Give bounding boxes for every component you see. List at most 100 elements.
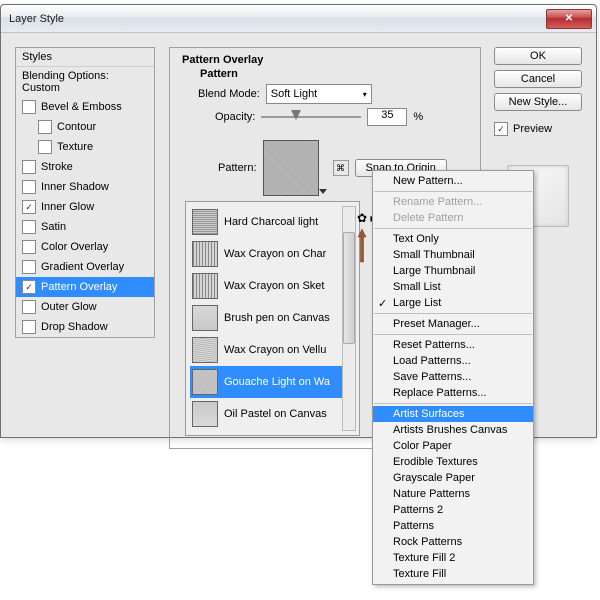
pattern-thumb [192,209,218,235]
menu-item[interactable]: Grayscale Paper [373,470,533,486]
style-item[interactable]: Texture [16,137,154,157]
blend-mode-select[interactable]: Soft Light ▾ [266,84,372,104]
pattern-item-label: Wax Crayon on Char [224,248,326,260]
blending-options[interactable]: Blending Options: Custom [16,67,154,97]
pattern-item[interactable]: Gouache Light on Wa [190,366,355,398]
style-item[interactable]: Satin [16,217,154,237]
new-style-button[interactable]: New Style... [494,93,582,111]
menu-item-label: Erodible Textures [393,456,478,468]
preview-checkbox[interactable]: ✓ [494,122,508,136]
styles-header[interactable]: Styles [16,48,154,67]
checkbox-icon[interactable] [22,100,36,114]
pattern-item[interactable]: Wax Crayon on Char [190,238,355,270]
arrow-annotation [357,227,367,263]
checkbox-icon[interactable] [38,120,52,134]
menu-item-label: Texture Fill [393,568,446,580]
pattern-item[interactable]: Wax Crayon on Sket [190,270,355,302]
menu-item-label: Color Paper [393,440,452,452]
style-item[interactable]: Contour [16,117,154,137]
style-item[interactable]: Gradient Overlay [16,257,154,277]
menu-item[interactable]: Preset Manager... [373,316,533,332]
menu-item-label: Large List [393,297,441,309]
menu-item[interactable]: Color Paper [373,438,533,454]
menu-item[interactable]: Texture Fill 2 [373,550,533,566]
checkbox-icon[interactable] [22,300,36,314]
opacity-slider[interactable] [261,109,361,125]
checkbox-icon[interactable] [22,180,36,194]
menu-item-label: Texture Fill 2 [393,552,455,564]
menu-item[interactable]: Save Patterns... [373,369,533,385]
panel-title: Pattern Overlay [182,54,263,66]
pattern-thumb [192,401,218,427]
opacity-value[interactable]: 35 [367,108,407,126]
style-item[interactable]: Outer Glow [16,297,154,317]
menu-item: Rename Pattern... [373,194,533,210]
menu-item[interactable]: Small Thumbnail [373,247,533,263]
preview-label: Preview [513,123,552,135]
close-icon: ✕ [565,13,573,24]
checkbox-icon[interactable] [22,260,36,274]
checkbox-icon[interactable] [38,140,52,154]
style-item[interactable]: Color Overlay [16,237,154,257]
style-item[interactable]: Inner Shadow [16,177,154,197]
menu-item[interactable]: Load Patterns... [373,353,533,369]
menu-separator [374,191,532,192]
chevron-updown-icon: ▾ [363,90,367,99]
blend-mode-value: Soft Light [271,88,317,100]
style-item[interactable]: Drop Shadow [16,317,154,337]
pattern-item[interactable]: Oil Pastel on Canvas [190,398,355,430]
menu-item-label: Replace Patterns... [393,387,487,399]
style-item-label: Inner Glow [41,201,94,213]
scrollbar[interactable] [342,206,356,431]
menu-item[interactable]: Patterns 2 [373,502,533,518]
menu-item-label: New Pattern... [393,175,463,187]
pattern-thumb [192,241,218,267]
menu-item[interactable]: New Pattern... [373,173,533,189]
menu-item[interactable]: Erodible Textures [373,454,533,470]
menu-item-label: Large Thumbnail [393,265,475,277]
style-item[interactable]: Bevel & Emboss [16,97,154,117]
pattern-item[interactable]: Brush pen on Canvas [190,302,355,334]
menu-item[interactable]: ✓Large List [373,295,533,311]
menu-item[interactable]: Artists Brushes Canvas [373,422,533,438]
flyout-menu[interactable]: New Pattern...Rename Pattern...Delete Pa… [372,170,534,585]
pattern-thumb [192,305,218,331]
style-item[interactable]: ✓ Inner Glow [16,197,154,217]
pattern-item[interactable]: Hard Charcoal light [190,206,355,238]
menu-item[interactable]: Patterns [373,518,533,534]
style-item[interactable]: Stroke [16,157,154,177]
link-icon[interactable]: ⌘ [333,160,349,176]
title-bar[interactable]: Layer Style ✕ [1,5,596,33]
pattern-label: Pattern: [218,162,257,174]
pattern-swatch[interactable] [263,140,319,196]
checkbox-icon[interactable] [22,220,36,234]
menu-item[interactable]: Text Only [373,231,533,247]
menu-item[interactable]: Large Thumbnail [373,263,533,279]
menu-item[interactable]: Nature Patterns [373,486,533,502]
menu-item[interactable]: Rock Patterns [373,534,533,550]
style-item-label: Pattern Overlay [41,281,117,293]
checkbox-icon[interactable]: ✓ [22,280,36,294]
checkbox-icon[interactable] [22,240,36,254]
menu-item[interactable]: Artist Surfaces [373,406,533,422]
menu-item[interactable]: Reset Patterns... [373,337,533,353]
ok-button[interactable]: OK [494,47,582,65]
pattern-item[interactable]: Wax Crayon on Vellu [190,334,355,366]
pattern-thumb [192,369,218,395]
pattern-list: Hard Charcoal light Wax Crayon on Char Wax… [190,206,355,430]
menu-item-label: Patterns [393,520,434,532]
percent-label: % [413,111,423,123]
pattern-item-label: Gouache Light on Wa [224,376,330,388]
menu-item[interactable]: Texture Fill [373,566,533,582]
checkbox-icon[interactable] [22,320,36,334]
checkbox-icon[interactable]: ✓ [22,200,36,214]
style-item[interactable]: ✓ Pattern Overlay [16,277,154,297]
menu-item-label: Small Thumbnail [393,249,475,261]
menu-item[interactable]: Small List [373,279,533,295]
menu-item[interactable]: Replace Patterns... [373,385,533,401]
close-button[interactable]: ✕ [546,9,592,29]
styles-panel: Styles Blending Options: Custom Bevel & … [15,47,155,338]
triangle-down-icon[interactable] [319,189,327,194]
checkbox-icon[interactable] [22,160,36,174]
cancel-button[interactable]: Cancel [494,70,582,88]
